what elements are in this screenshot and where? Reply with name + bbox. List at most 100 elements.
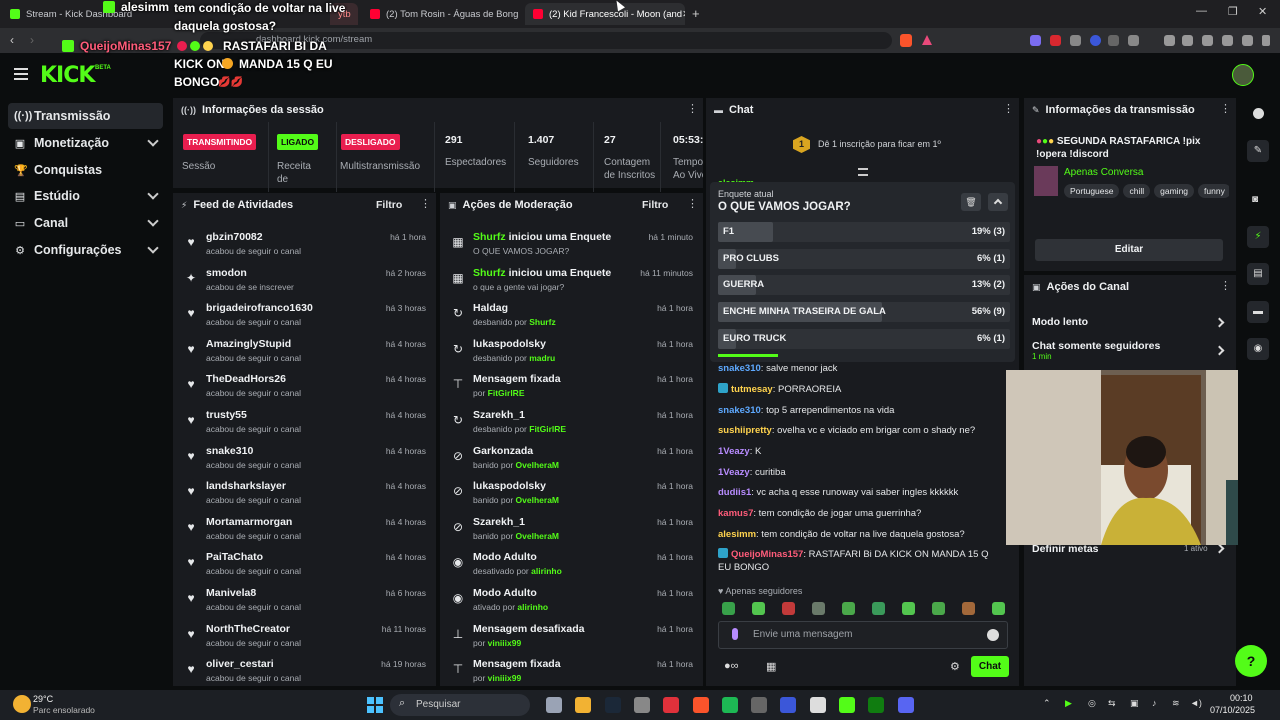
tray-app-icon[interactable]: ◎ (1088, 698, 1096, 709)
chat-username[interactable]: sushiipretty (718, 425, 772, 436)
feed-username[interactable]: oliver_cestari (206, 658, 274, 670)
chat-username[interactable]: QueijoMinas157 (731, 549, 803, 560)
moderation-row[interactable]: ⊤ Mensagem fixada por viniiix99 há 1 hora (440, 656, 703, 686)
weather-icon[interactable] (13, 695, 31, 713)
discord-icon[interactable] (897, 697, 914, 713)
moderation-row[interactable]: ◉ Modo Adulto ativado por alirinho há 1 hor… (440, 585, 703, 621)
chat-username[interactable]: kamus7 (718, 508, 753, 519)
category-link[interactable]: Apenas Conversa (1064, 167, 1144, 178)
emote-icon[interactable] (722, 602, 735, 615)
moderator-name[interactable]: Shurfz (473, 231, 506, 243)
delete-poll-icon[interactable]: 🗑 (961, 193, 981, 211)
send-chat-button[interactable]: Chat (971, 656, 1009, 677)
app-icon[interactable] (751, 697, 768, 713)
feed-row[interactable]: ♥ Mortamarmorgan acabou de seguir o canal h… (173, 514, 436, 550)
moderation-row[interactable]: ⊘ lukaspodolsky banido por OvelheraM há 1 h… (440, 478, 703, 514)
tag[interactable]: gaming (1154, 184, 1195, 198)
spotify-icon[interactable] (721, 697, 738, 713)
sidebar-item-conquistas[interactable]: 🏆 Conquistas (8, 157, 163, 183)
emoji-icon[interactable] (987, 629, 999, 641)
document-icon[interactable]: ▤ (1247, 263, 1269, 285)
tag[interactable]: chill (1123, 184, 1151, 198)
app-icon[interactable] (780, 697, 797, 713)
new-tab-icon[interactable]: + (692, 6, 700, 21)
volume-icon[interactable]: ◄) (1190, 698, 1202, 708)
sidebar-item-configuracoes[interactable]: ⚙ Configurações (8, 237, 163, 263)
filter-button[interactable]: Filtro (642, 199, 668, 211)
moderator-name[interactable]: Shurfz (473, 267, 506, 279)
wifi-icon[interactable]: ≋ (1172, 698, 1180, 709)
moderator-name[interactable]: viniiix99 (488, 638, 522, 648)
clock-date[interactable]: 07/10/2025 (1210, 705, 1255, 715)
emote-icon[interactable] (782, 602, 795, 615)
moderation-row[interactable]: ▦ Shurfz iniciou uma Enquete O QUE VAMOS J… (440, 229, 703, 265)
feed-row[interactable]: ♥ NorthTheCreator acabou de seguir o canal… (173, 621, 436, 657)
tag[interactable]: Portuguese (1064, 184, 1120, 198)
tray-app-icon[interactable]: ▣ (1130, 698, 1139, 709)
tray-play-icon[interactable]: ▶ (1065, 698, 1072, 709)
chat-users-icon[interactable]: ●∞ (724, 660, 739, 672)
sidebar-item-transmissao[interactable]: ((·)) Transmissão (8, 103, 163, 129)
taskbar-search[interactable]: ⌕ Pesquisar (390, 694, 530, 716)
feed-row[interactable]: ♥ trusty55 acabou de seguir o canal há 4 ho… (173, 407, 436, 443)
brave-icon[interactable] (692, 697, 709, 713)
feed-row[interactable]: ♥ Manivela8 acabou de seguir o canal há 6 h… (173, 585, 436, 621)
windows-start-icon[interactable] (367, 697, 383, 713)
clock-time[interactable]: 00:10 (1230, 693, 1253, 703)
feed-username[interactable]: TheDeadHors26 (206, 373, 286, 385)
kick-logo[interactable]: KICK (40, 63, 95, 88)
emote-icon[interactable] (812, 602, 825, 615)
info-icon[interactable] (1253, 108, 1264, 119)
moderator-name[interactable]: viniiix99 (488, 673, 522, 683)
feed-row[interactable]: ♥ snake310 acabou de seguir o canal há 4 ho… (173, 443, 436, 479)
filter-button[interactable]: Filtro (376, 199, 402, 211)
moderator-name[interactable]: OvelheraM (516, 460, 559, 470)
moderator-name[interactable]: OvelheraM (516, 495, 559, 505)
chat-bubble-icon[interactable]: ▬ (1247, 301, 1269, 323)
browser-tab-active[interactable]: (2) Kid Francescoli - Moon (and ✕ (525, 3, 685, 25)
menu-icon[interactable] (14, 68, 28, 80)
followers-only-chat-button[interactable]: Chat somente seguidores (1032, 340, 1222, 352)
moderator-name[interactable]: alirinho (517, 602, 548, 612)
feed-row[interactable]: ♥ AmazinglyStupid acabou de seguir o canal… (173, 336, 436, 372)
rewards-icon[interactable] (922, 35, 932, 45)
avatar[interactable] (1232, 64, 1254, 86)
moderation-row[interactable]: ▦ Shurfz iniciou uma Enquete o que a gente… (440, 265, 703, 301)
tray-chevron-icon[interactable]: ⌃ (1043, 698, 1051, 709)
opera-icon[interactable] (663, 697, 680, 713)
more-options-icon[interactable]: ⋮ (1220, 103, 1231, 117)
moderation-row[interactable]: ⊘ Szarekh_1 banido por OvelheraM há 1 hora (440, 514, 703, 550)
tag[interactable]: funny (1198, 184, 1229, 198)
store-icon[interactable]: ▦ (766, 660, 776, 673)
kick-app-icon[interactable] (839, 697, 855, 713)
emote-icon[interactable] (962, 602, 975, 615)
feed-row[interactable]: ✦ smodon acabou de se inscrever há 2 horas (173, 265, 436, 301)
more-options-icon[interactable]: ⋮ (1003, 103, 1014, 117)
folder-icon[interactable] (575, 697, 592, 713)
feed-username[interactable]: Manivela8 (206, 587, 256, 599)
edit-button[interactable]: Editar (1035, 239, 1223, 261)
chat-username[interactable]: dudiis1 (718, 487, 751, 498)
feed-row[interactable]: ♥ TheDeadHors26 acabou de seguir o canal há… (173, 371, 436, 407)
file-explorer-icon[interactable] (546, 697, 562, 713)
close-window-icon[interactable]: ✕ (1258, 5, 1267, 18)
more-options-icon[interactable]: ⋮ (1220, 280, 1231, 294)
moderation-row[interactable]: ⊥ Mensagem desafixada por viniiix99 há 1 ho… (440, 621, 703, 657)
notepad-icon[interactable] (809, 697, 826, 713)
moderator-name[interactable]: FitGirlRE (529, 424, 566, 434)
sidebar-item-monetizacao[interactable]: ▣ Monetização (8, 130, 163, 156)
moderator-name[interactable]: FitGirlRE (488, 388, 525, 398)
moderation-row[interactable]: ◉ Modo Adulto desativado por alirinho há 1 … (440, 549, 703, 585)
more-options-icon[interactable]: ⋮ (687, 198, 698, 212)
poll-option[interactable]: EURO TRUCK 6% (1) (718, 328, 1010, 349)
poll-option[interactable]: GUERRA 13% (2) (718, 275, 1010, 296)
chat-username[interactable]: alesimm (718, 529, 756, 540)
tray-network-icon[interactable]: ⇆ (1108, 698, 1116, 709)
feed-row[interactable]: ♥ landsharkslayer acabou de seguir o canal… (173, 478, 436, 514)
feed-username[interactable]: AmazinglyStupid (206, 338, 291, 350)
brave-shield-icon[interactable] (900, 34, 912, 47)
more-options-icon[interactable]: ⋮ (420, 198, 431, 212)
steam-icon[interactable] (604, 697, 621, 713)
emote-icon[interactable] (932, 602, 945, 615)
emote-icon[interactable] (872, 602, 885, 615)
